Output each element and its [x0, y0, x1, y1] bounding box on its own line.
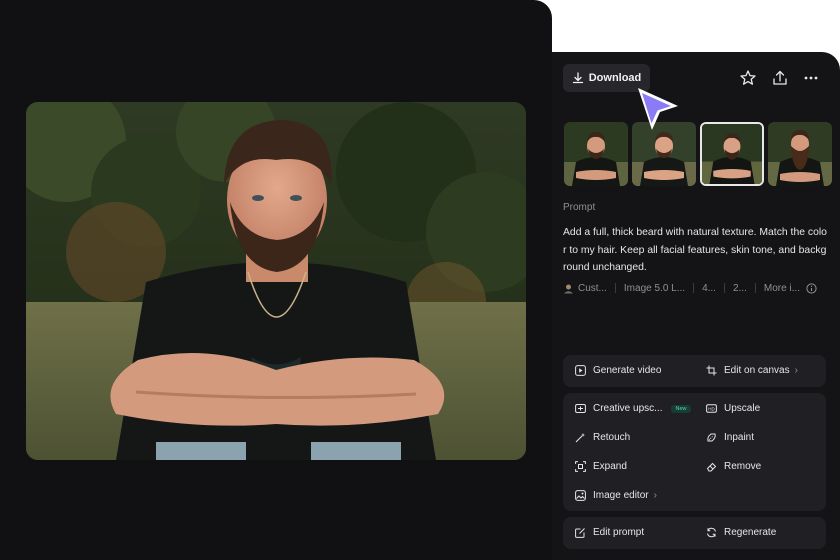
regenerate-icon — [707, 527, 716, 538]
thumbnail-image — [702, 124, 762, 184]
star-icon[interactable] — [739, 69, 757, 87]
edit-prompt-label: Edit prompt — [593, 527, 645, 538]
prompt-text: Add a full, thick beard with natural tex… — [563, 227, 827, 274]
expand-label: Expand — [593, 461, 627, 472]
model-avatar-icon — [564, 284, 573, 293]
crop-canvas-icon — [706, 365, 717, 376]
hd-upscale-icon: HD — [706, 404, 717, 413]
info-icon[interactable] — [806, 282, 817, 294]
remove-button[interactable]: Remove — [706, 461, 761, 472]
thumbnail-image — [564, 122, 628, 186]
meta-item-resolution[interactable]: 2... — [733, 283, 747, 294]
more-icon[interactable] — [802, 69, 820, 87]
inpaint-brush-icon — [707, 433, 716, 442]
inpaint-button[interactable]: Inpaint — [706, 432, 754, 443]
separator — [723, 283, 725, 293]
upscale-button[interactable]: HD Upscale — [706, 403, 760, 414]
inpaint-label: Inpaint — [724, 432, 755, 443]
prompt-label: Prompt — [563, 202, 596, 213]
chevron-right-icon: › — [653, 490, 657, 501]
thumbnail-3-selected[interactable] — [700, 122, 764, 186]
portrait-illustration — [26, 102, 526, 460]
thumbnail-4[interactable] — [768, 122, 832, 186]
details-panel: Download Prompt Add a full, thick beard … — [552, 52, 840, 560]
model-chip[interactable]: Cust... — [563, 283, 607, 294]
share-icon[interactable] — [771, 69, 789, 87]
separator — [754, 283, 756, 293]
image-editor-button[interactable]: Image editor › — [575, 490, 657, 501]
generation-meta: Cust... Image 5.0 L... 4... 2... More i.… — [563, 281, 833, 295]
creative-upscale-button[interactable]: Creative upsc... New — [575, 403, 691, 414]
separator — [693, 283, 695, 293]
download-button-label: Download — [588, 72, 642, 84]
cursor-pointer-icon — [638, 88, 678, 130]
download-icon — [572, 72, 583, 84]
magic-wand-icon — [575, 433, 585, 443]
prompt-actions-card: Edit prompt Regenerate — [563, 517, 826, 549]
expand-button[interactable]: Expand — [575, 461, 627, 472]
meta-item-more-info[interactable]: More i... — [764, 283, 800, 294]
edit-prompt-icon — [575, 528, 585, 538]
expand-icon — [575, 461, 586, 472]
image-editor-label: Image editor — [593, 490, 649, 501]
svg-text:HD: HD — [708, 406, 715, 411]
creative-upscale-label: Creative upsc... — [593, 403, 663, 414]
separator — [614, 283, 616, 293]
chevron-right-icon: › — [794, 365, 798, 376]
eraser-icon — [706, 462, 717, 472]
thumbnail-image — [768, 122, 832, 186]
upscale-label: Upscale — [724, 403, 761, 414]
meta-item-custom: Cust... — [578, 282, 607, 294]
edit-on-canvas-label: Edit on canvas — [724, 365, 790, 376]
image-viewer — [0, 0, 552, 560]
generated-portrait-image[interactable] — [26, 102, 526, 460]
meta-item-model[interactable]: Image 5.0 L... — [624, 283, 685, 294]
regenerate-button[interactable]: Regenerate — [706, 527, 776, 538]
remove-label: Remove — [724, 461, 762, 472]
retouch-label: Retouch — [593, 432, 631, 443]
thumbnail-1[interactable] — [564, 122, 628, 186]
creative-upscale-icon — [575, 404, 586, 413]
edit-on-canvas-button[interactable]: Edit on canvas › — [706, 365, 798, 376]
meta-item-ratio[interactable]: 4... — [702, 283, 716, 294]
generate-video-label: Generate video — [593, 365, 662, 376]
generate-video-button[interactable]: Generate video — [575, 365, 661, 376]
editing-tools-card: Creative upsc... New HD Upscale Retouch … — [563, 393, 826, 511]
new-badge: New — [671, 404, 691, 413]
regenerate-label: Regenerate — [724, 527, 777, 538]
image-editor-icon — [575, 490, 586, 501]
video-canvas-card: Generate video Edit on canvas › — [563, 355, 826, 387]
edit-prompt-button[interactable]: Edit prompt — [575, 527, 644, 538]
video-play-icon — [575, 365, 586, 376]
variation-thumbnails — [564, 122, 832, 186]
retouch-button[interactable]: Retouch — [575, 432, 630, 443]
